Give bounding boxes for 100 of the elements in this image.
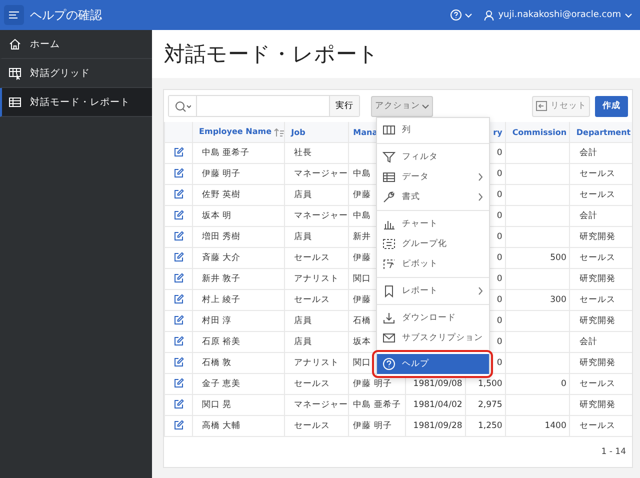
menu-item[interactable]: ダウンロード [377, 308, 489, 328]
table-cell: 中島 亜希子 [202, 148, 250, 158]
pivot-icon [382, 257, 396, 271]
edit-icon [174, 188, 184, 198]
menu-item[interactable]: レポート [377, 281, 489, 301]
menu-icon [9, 11, 19, 19]
table-cell: 坂本 明 [202, 211, 232, 221]
table-cell: セールス [579, 253, 616, 263]
edit-icon [174, 146, 184, 156]
edit-icon [174, 420, 184, 430]
table-cell: 斉藤 大介 [202, 253, 241, 263]
column-header[interactable]: Employee Name [192, 122, 285, 142]
menu-button[interactable] [4, 5, 24, 25]
table-cell: 佐野 英樹 [202, 190, 241, 200]
menu-item[interactable]: ピボット [377, 254, 489, 274]
menu-item[interactable]: フィルタ [377, 147, 489, 167]
table-cell: 0 [496, 232, 502, 242]
table-cell: 0 [496, 295, 502, 305]
table-cell: 0 [496, 190, 502, 200]
table-cell: 関口 [353, 358, 372, 368]
table-cell: 石橋 [353, 316, 372, 326]
table-cell: 新井 敦子 [202, 274, 241, 284]
edit-icon [174, 272, 184, 282]
table-cell: セールス [294, 295, 330, 305]
edit-icon [174, 230, 184, 240]
table-cell: 店員 [294, 337, 312, 347]
table-cell: 0 [496, 316, 502, 326]
help-icon [450, 9, 462, 21]
table-cell: 社長 [294, 148, 312, 158]
actions-button[interactable]: アクション [371, 96, 433, 116]
table-cell: 300 [550, 295, 566, 305]
table-cell: 研究開発 [579, 316, 616, 326]
table-cell: 研究開発 [579, 274, 616, 284]
table-cell: 石原 裕美 [202, 337, 241, 347]
edit-icon [174, 210, 184, 220]
mail-icon [382, 331, 396, 345]
table-cell: 中島 亜希子 [353, 400, 401, 410]
download-icon [382, 311, 396, 325]
table-cell: 石橋 敦 [202, 358, 232, 368]
help-icon [382, 357, 396, 371]
table-cell: 2,975 [478, 400, 502, 410]
user-menu-button[interactable]: yuji.nakakoshi@oracle.com [484, 10, 632, 20]
table-cell: 坂本 [353, 337, 372, 347]
columns-icon [382, 123, 396, 137]
sidebar-item[interactable]: 対話モード・レポート [0, 88, 152, 117]
menu-item[interactable]: チャート [377, 214, 489, 234]
table-cell: 店員 [294, 190, 312, 200]
column-header[interactable]: Commission [506, 122, 570, 142]
table-cell: セールス [579, 190, 616, 200]
table-cell: 中島 [353, 169, 372, 179]
page-title: 対話モード・レポート [152, 30, 640, 78]
chevron-down-icon [625, 12, 632, 18]
table-cell: 村上 綾子 [202, 295, 241, 305]
table-cell: セールス [579, 169, 616, 179]
table-cell: 1981/04/02 [413, 400, 462, 410]
table-cell: 1981/09/28 [413, 421, 462, 431]
edit-icon [174, 294, 184, 304]
edit-icon [174, 252, 184, 262]
table-cell: 伊藤 明子 [353, 379, 392, 389]
menu-item[interactable]: サブスクリプション [377, 328, 489, 348]
table-cell: 0 [496, 253, 502, 263]
app-title: ヘルプの確認 [30, 6, 103, 24]
table-cell: 伊藤 [353, 295, 372, 305]
table-cell: 研究開発 [579, 232, 616, 242]
edit-icon [174, 398, 184, 408]
edit-icon [174, 356, 184, 366]
table-cell: 伊藤 [353, 190, 372, 200]
edit-icon [174, 378, 184, 388]
sort-ascending-icon [274, 128, 284, 137]
user-icon [484, 10, 494, 20]
bookmark-icon [382, 284, 396, 298]
table-cell: セールス [294, 421, 330, 431]
home-icon [8, 37, 22, 51]
menu-item[interactable]: 列 [377, 120, 489, 140]
menu-item[interactable]: 書式 [377, 187, 489, 207]
table-cell: セールス [294, 253, 330, 263]
wrench-icon [382, 190, 396, 204]
table-cell: セールス [579, 379, 616, 389]
table-cell: 1981/09/08 [413, 379, 462, 389]
table-cell: 0 [496, 337, 502, 347]
filter-icon [382, 150, 396, 164]
create-button[interactable]: 作成 [595, 96, 628, 116]
menu-item[interactable]: グループ化 [377, 234, 489, 254]
menu-item[interactable]: ヘルプ [377, 354, 489, 374]
table-cell: セールス [294, 379, 330, 389]
table-cell: セールス [579, 295, 616, 305]
column-header[interactable]: Department [570, 122, 632, 142]
table-cell: 研究開発 [579, 400, 616, 410]
table-icon [382, 170, 396, 184]
table-cell: 0 [496, 358, 502, 368]
table-icon [8, 95, 22, 109]
table-cell: 伊藤 明子 [202, 169, 241, 179]
help-menu-button[interactable] [450, 9, 472, 21]
column-header[interactable]: Job [284, 122, 349, 142]
grouping-icon [382, 237, 396, 251]
menu-item[interactable]: データ [377, 167, 489, 187]
table-cell: 村田 淳 [202, 316, 232, 326]
edit-icon [174, 168, 184, 178]
table-cell: 500 [550, 253, 566, 263]
table-cell: 0 [560, 379, 566, 389]
